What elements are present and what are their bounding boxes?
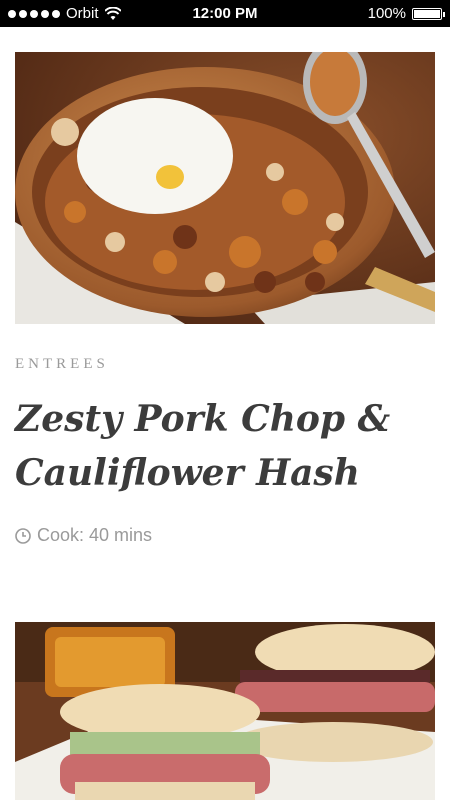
cook-time-label: Cook: 40 mins: [37, 525, 153, 545]
status-right: 100%: [367, 5, 445, 22]
recipe-image-hash[interactable]: [15, 52, 435, 324]
sandwich-photo-icon: [15, 622, 435, 800]
battery-icon: [412, 7, 445, 20]
cook-time: Cook: 40 mins: [15, 525, 152, 546]
clock-icon: [15, 527, 31, 544]
skillet-hash-photo-icon: [15, 52, 435, 324]
battery-percent: 100%: [367, 5, 406, 22]
recipe-title[interactable]: Zesty Pork Chop & Cauliflower Hash: [15, 392, 435, 500]
recipe-category: ENTREES: [15, 356, 109, 372]
status-bar: Orbit 12:00 PM 100%: [0, 0, 450, 27]
recipe-image-sandwich[interactable]: [15, 622, 435, 800]
